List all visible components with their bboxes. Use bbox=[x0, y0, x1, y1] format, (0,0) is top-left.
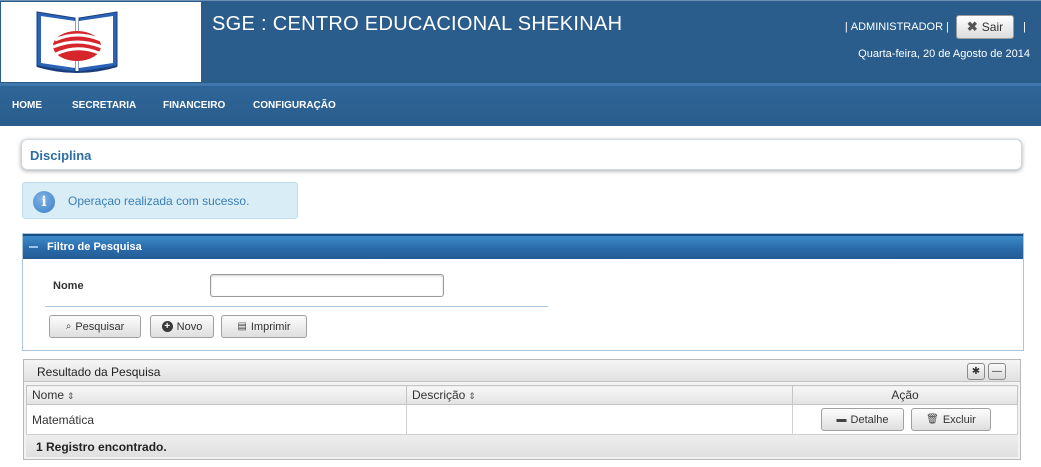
gear-icon[interactable]: ✱ bbox=[967, 363, 985, 380]
user-area: | ADMINISTRADOR | ✖ Sair | bbox=[842, 14, 1029, 40]
app-title: SGE : CENTRO EDUCACIONAL SHEKINAH bbox=[212, 13, 623, 35]
print-button[interactable]: ▤ Imprimir bbox=[221, 315, 307, 338]
table-row: Matemática ▬ Detalhe 🗑 Excluir bbox=[26, 404, 1018, 435]
app-header: SGE : CENTRO EDUCACIONAL SHEKINAH | ADMI… bbox=[0, 0, 1041, 83]
nav-item-home[interactable]: HOME bbox=[12, 100, 42, 111]
print-label: Imprimir bbox=[250, 320, 291, 333]
plus-icon: + bbox=[161, 321, 173, 332]
delete-button[interactable]: 🗑 Excluir bbox=[911, 408, 991, 431]
logout-button[interactable]: ✖ Sair bbox=[955, 15, 1015, 39]
message-text: Operaçao realizada com sucesso. bbox=[68, 194, 250, 208]
nav-item-secretaria[interactable]: SECRETARIA bbox=[72, 100, 136, 111]
search-icon: ⌕ bbox=[65, 321, 72, 332]
page-title-panel: Disciplina bbox=[21, 139, 1022, 170]
separator: | bbox=[1023, 21, 1026, 33]
folder-icon: ▬ bbox=[836, 414, 847, 425]
minimize-icon[interactable]: — bbox=[988, 363, 1006, 380]
search-button[interactable]: ⌕ Pesquisar bbox=[49, 315, 141, 338]
results-table: Nome ⇕ Descrição ⇕ Ação Matemática ▬ Detal… bbox=[26, 385, 1018, 435]
trash-icon: 🗑 bbox=[926, 414, 939, 425]
nome-label: Nome bbox=[53, 280, 84, 292]
results-footer: 1 Registro encontrado. bbox=[26, 435, 1018, 457]
separator: | bbox=[844, 21, 848, 33]
sort-icon[interactable]: ⇕ bbox=[468, 391, 476, 401]
delete-label: Excluir bbox=[942, 413, 976, 426]
search-label: Pesquisar bbox=[75, 320, 125, 333]
current-date: Quarta-feira, 20 de Agosto de 2014 bbox=[858, 48, 1030, 60]
new-label: Novo bbox=[176, 320, 203, 333]
column-header-acao: Ação bbox=[792, 385, 1018, 405]
book-logo-icon bbox=[36, 11, 118, 73]
filter-panel-header[interactable]: Filtro de Pesquisa bbox=[23, 234, 1023, 259]
cell-nome: Matemática bbox=[26, 404, 407, 435]
cell-acao: ▬ Detalhe 🗑 Excluir bbox=[792, 404, 1018, 435]
nav-item-configuracao[interactable]: CONFIGURAÇÃO bbox=[253, 100, 336, 111]
info-icon: i bbox=[33, 191, 55, 213]
collapse-icon[interactable] bbox=[29, 246, 38, 248]
column-header-descricao[interactable]: Descrição ⇕ bbox=[406, 385, 793, 405]
page-title: Disciplina bbox=[30, 148, 92, 163]
divider bbox=[45, 306, 548, 307]
detail-label: Detalhe bbox=[850, 413, 889, 426]
printer-icon: ▤ bbox=[237, 321, 247, 332]
cell-descricao bbox=[406, 404, 793, 435]
record-count: 1 Registro encontrado. bbox=[36, 440, 167, 454]
success-message: i Operaçao realizada com sucesso. bbox=[22, 182, 298, 219]
logout-label: Sair bbox=[981, 20, 1004, 34]
results-title: Resultado da Pesquisa bbox=[37, 365, 161, 379]
user-name[interactable]: ADMINISTRADOR bbox=[851, 21, 943, 33]
nav-item-financeiro[interactable]: FINANCEIRO bbox=[163, 100, 225, 111]
main-nav: HOME SECRETARIA FINANCEIRO CONFIGURAÇÃO bbox=[0, 83, 1041, 126]
detail-button[interactable]: ▬ Detalhe bbox=[821, 408, 904, 431]
sort-icon[interactable]: ⇕ bbox=[67, 391, 75, 401]
logo bbox=[1, 2, 201, 82]
new-button[interactable]: + Novo bbox=[150, 315, 214, 338]
filter-panel: Filtro de Pesquisa Nome ⌕ Pesquisar + No… bbox=[22, 233, 1024, 351]
column-header-nome[interactable]: Nome ⇕ bbox=[26, 385, 407, 405]
filter-title: Filtro de Pesquisa bbox=[47, 241, 142, 253]
results-header: Resultado da Pesquisa ✱ — bbox=[24, 360, 1020, 382]
close-icon: ✖ bbox=[966, 19, 978, 34]
table-header-row: Nome ⇕ Descrição ⇕ Ação bbox=[26, 385, 1018, 405]
nome-input[interactable] bbox=[210, 274, 444, 297]
separator: | bbox=[946, 21, 949, 33]
results-panel: Resultado da Pesquisa ✱ — Nome ⇕ Descriçã… bbox=[23, 359, 1021, 460]
